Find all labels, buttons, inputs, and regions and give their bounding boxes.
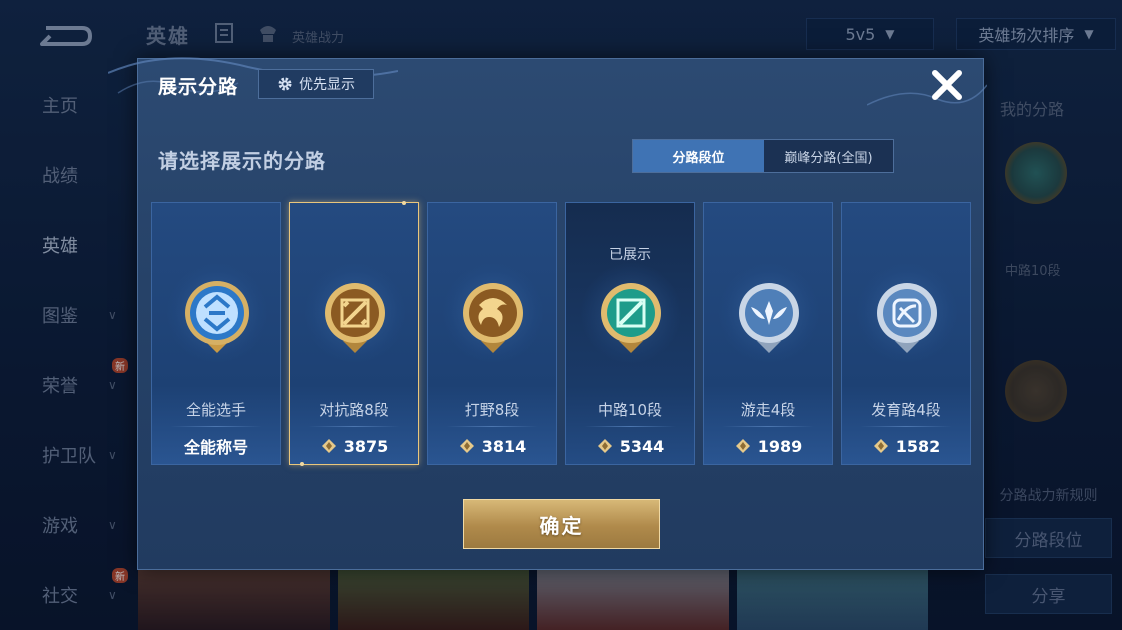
lane-card-name: 对抗路8段 [319, 401, 389, 419]
select-lane-prompt: 请选择展示的分路 [158, 149, 326, 173]
tab-peak-lane-national[interactable]: 巅峰分路(全国) [764, 140, 893, 172]
lane-card-footer: 5344 [566, 431, 694, 461]
lane-card-name: 游走4段 [740, 401, 796, 419]
lane-card-jungle[interactable]: 打野8段 3814 [427, 202, 557, 465]
lane-card-footer: 全能称号 [152, 431, 280, 461]
selection-corner-dot [300, 462, 304, 466]
farm-lane-emblem-icon [877, 283, 937, 353]
selection-corner-dot [402, 201, 406, 205]
priority-display-label: 优先显示 [299, 77, 355, 93]
priority-display-button[interactable]: 优先显示 [258, 69, 374, 99]
lane-card-name: 打野8段 [464, 401, 520, 419]
all-round-emblem-icon [185, 281, 249, 353]
lane-card-footer: 3814 [428, 431, 556, 461]
jungle-emblem-icon [463, 283, 523, 353]
card-divider [722, 426, 814, 427]
roam-emblem-icon [739, 283, 799, 353]
confirm-button[interactable]: 确定 [463, 499, 660, 549]
lane-power-value: 1582 [895, 436, 941, 456]
lane-power-value: 3814 [481, 436, 527, 456]
power-icon [459, 439, 474, 453]
power-icon [321, 439, 336, 453]
lane-card-roam[interactable]: 游走4段 1989 [703, 202, 833, 465]
lane-card-all-round[interactable]: 全能选手 全能称号 [151, 202, 281, 465]
close-icon [932, 70, 962, 100]
card-divider [308, 426, 400, 427]
dialog-title: 展示分路 [158, 76, 239, 98]
lane-card-name: 中路10段 [597, 401, 663, 419]
mid-lane-emblem-icon [601, 283, 661, 353]
card-divider [860, 426, 952, 427]
power-icon [735, 439, 750, 453]
lane-card-name: 全能选手 [185, 401, 246, 419]
close-button[interactable] [929, 67, 965, 103]
gear-icon [278, 77, 292, 91]
shown-label: 已展示 [609, 247, 651, 263]
tab-lane-rank[interactable]: 分路段位 [633, 140, 764, 172]
lane-card-footer: 1989 [704, 431, 832, 461]
card-divider [170, 426, 262, 427]
lane-display-dialog: 展示分路 优先显示 请选择展示的分路 分路段位 巅峰分路(全国) 全能选手 全能… [108, 57, 987, 570]
lane-power-value: 3875 [343, 436, 389, 456]
all-round-title-label: 全能称号 [183, 438, 248, 457]
lane-power-value: 1989 [757, 436, 803, 456]
power-icon [597, 439, 612, 453]
lane-tab-switcher: 分路段位 巅峰分路(全国) [632, 139, 894, 173]
power-icon [873, 439, 888, 453]
lane-card-footer: 3875 [290, 431, 418, 461]
lane-card-name: 发育路4段 [871, 401, 941, 419]
card-divider [584, 426, 676, 427]
lane-card-clash-lane[interactable]: 对抗路8段 3875 [289, 201, 419, 466]
card-divider [446, 426, 538, 427]
lane-power-value: 5344 [619, 436, 665, 456]
lane-card-list: 全能选手 全能称号 对抗路8段 3875 打野8段 3814 已展示 中路10段… [151, 201, 973, 466]
dialog-header: 展示分路 优先显示 [108, 57, 987, 113]
lane-card-mid-lane[interactable]: 已展示 中路10段 5344 [565, 202, 695, 465]
lane-card-footer: 1582 [842, 431, 970, 461]
lane-card-farm-lane[interactable]: 发育路4段 1582 [841, 202, 971, 465]
clash-lane-emblem-icon [325, 283, 385, 353]
cloud-swirl-ornament [867, 84, 987, 106]
